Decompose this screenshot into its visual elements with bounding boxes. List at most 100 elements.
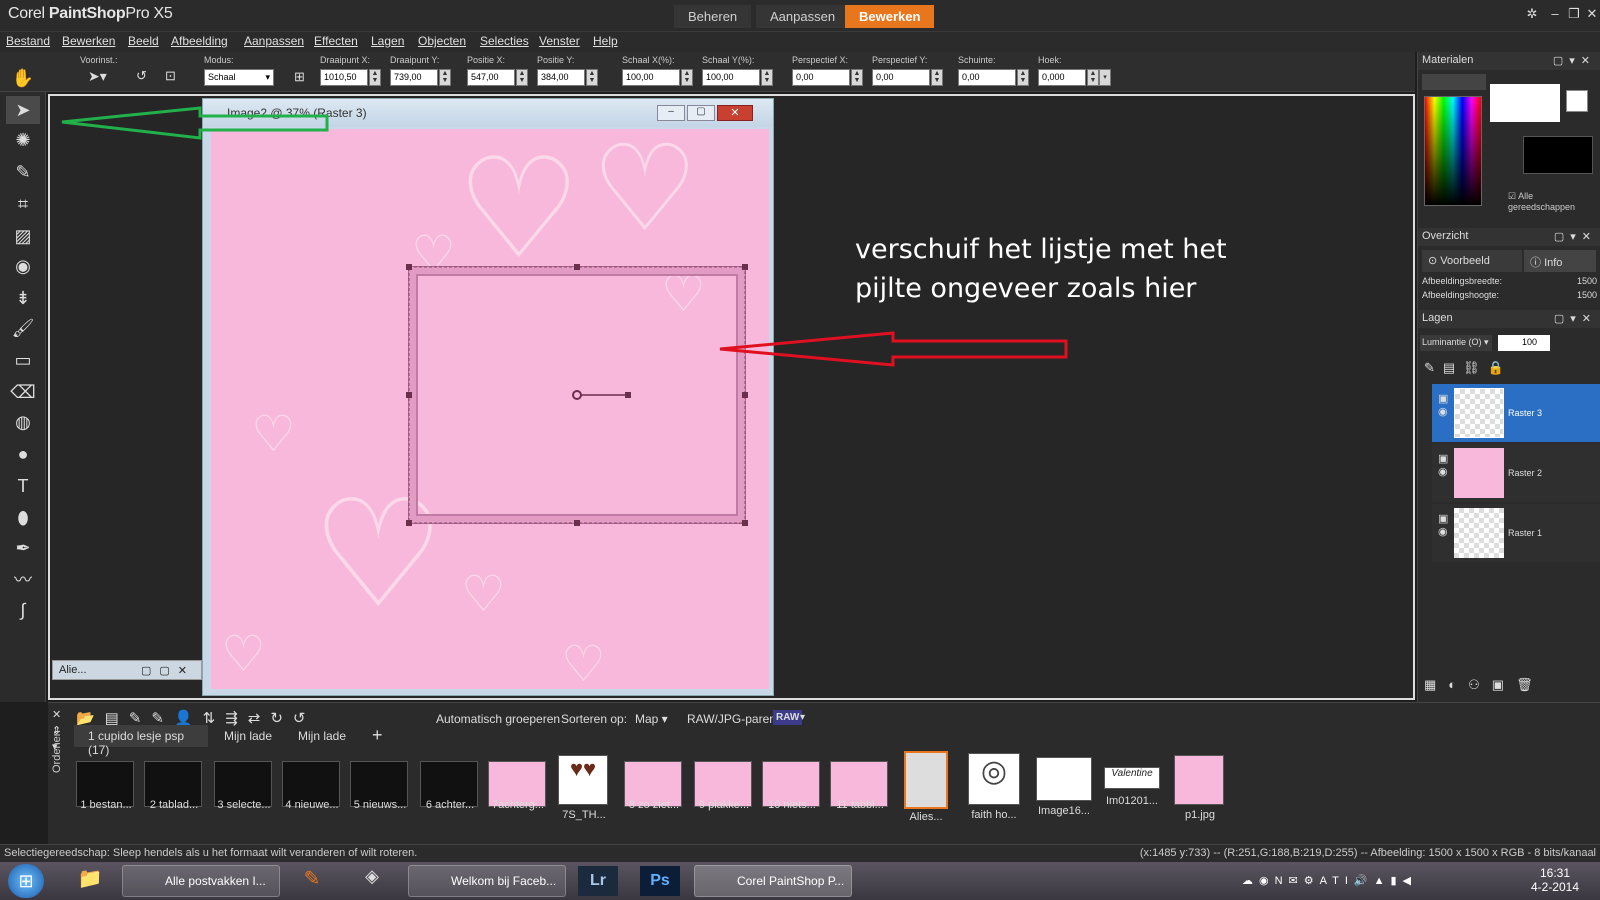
doc-maximize-button[interactable]: ▢ — [687, 105, 715, 121]
taskbar-chrome[interactable]: Welkom bij Faceb... — [408, 865, 566, 897]
warp-brush-icon[interactable]: 〰 — [6, 566, 40, 594]
auto-group-button[interactable]: Automatisch groeperen — [436, 712, 560, 726]
menu-lagen[interactable]: Lagen — [371, 34, 404, 48]
organizer-tab-folder[interactable]: 1 cupido lesje psp (17) — [74, 725, 208, 757]
picture-tube-icon[interactable]: ▭ — [6, 346, 40, 374]
straighten-icon[interactable]: ▨ — [6, 222, 40, 250]
raw-dropdown-icon[interactable]: ▾ — [800, 712, 805, 723]
layer-row-raster-1[interactable]: ▣ ◉ Raster 1 — [1432, 504, 1600, 562]
eraser-icon[interactable]: ⌫ — [6, 378, 40, 406]
persp-y-spinner[interactable]: ▲ ▼ — [931, 69, 943, 86]
all-tools-checkbox-label[interactable]: ☑ Alle gereedschappen — [1508, 191, 1600, 212]
background-color-swatch[interactable] — [1523, 136, 1593, 174]
layer-bottom-icons[interactable]: ▦◐⚇▣🗑 — [1424, 677, 1599, 693]
scale-y-input[interactable]: 100,00 — [702, 69, 760, 86]
menu-objecten[interactable]: Objecten — [418, 34, 466, 48]
system-tray-icons[interactable]: ☁◉N✉⚙ATI🔊▲▮◀ — [1242, 874, 1417, 887]
pos-y-spinner[interactable]: ▲ ▼ — [586, 69, 598, 86]
thumbnail[interactable]: Valentine — [1104, 767, 1160, 789]
add-tab-button[interactable]: + — [372, 725, 383, 746]
close-button[interactable]: ✕ — [1582, 6, 1600, 24]
lightroom-icon[interactable]: Lr — [578, 866, 618, 896]
clock[interactable]: 16:31 4-2-2014 — [1520, 866, 1590, 894]
opacity-input[interactable]: 100 — [1498, 335, 1550, 351]
taskbar-outlook[interactable]: Alle postvakken I... — [122, 865, 280, 897]
pos-y-input[interactable]: 384,00 — [537, 69, 585, 86]
layer-visibility-icon[interactable]: ▣ ◉ — [1438, 512, 1448, 538]
menu-aanpassen[interactable]: Aanpassen — [244, 34, 304, 48]
document-titlebar[interactable]: Image2 @ 37% (Raster 3) – ▢ ✕ — [203, 99, 773, 127]
explorer-icon[interactable]: 📁 — [68, 866, 112, 896]
raw-badge[interactable]: RAW — [773, 710, 803, 725]
dropper-icon[interactable]: ✎ — [6, 158, 40, 186]
crop-icon[interactable]: ⌗ — [6, 190, 40, 218]
clone-brush-icon[interactable]: ⇟ — [6, 284, 40, 312]
image-canvas[interactable]: ♡ ♡ ♡ ♡ ♡ ♡ ♡ ♡ ♡ — [211, 129, 769, 689]
thumbnail[interactable] — [904, 751, 948, 809]
layer-visibility-icon[interactable]: ▣ ◉ — [1438, 452, 1448, 478]
persp-y-input[interactable]: 0,00 — [872, 69, 930, 86]
doc-close-button[interactable]: ✕ — [717, 105, 753, 121]
layer-row-raster-3[interactable]: ▣ ◉ Raster 3 — [1432, 384, 1600, 442]
tab-bewerken[interactable]: Bewerken — [845, 5, 935, 28]
deform-icon[interactable]: ∫ — [6, 596, 40, 624]
angle-input[interactable]: 0,000 — [1038, 69, 1086, 86]
menu-venster[interactable]: Venster — [539, 34, 580, 48]
persp-x-spinner[interactable]: ▲ ▼ — [851, 69, 863, 86]
mode-select[interactable]: Schaal ▾ — [204, 69, 274, 86]
minimized-document[interactable]: Alie... ▢▢✕ — [52, 660, 202, 680]
preset-arrow-icon[interactable]: ➤▾ — [88, 68, 107, 85]
minimize-button[interactable]: – — [1545, 6, 1565, 24]
panel-controls[interactable]: ▢▾✕ — [1554, 230, 1597, 243]
foreground-color-swatch[interactable] — [1490, 84, 1560, 122]
doc-minimize-button[interactable]: – — [657, 105, 685, 121]
layer-tool-icons[interactable]: ✎▤⛓🔒 — [1424, 360, 1594, 378]
flood-fill-icon[interactable]: ◍ — [6, 408, 40, 436]
small-fg-swatch[interactable] — [1566, 90, 1588, 112]
menu-effecten[interactable]: Effecten — [314, 34, 358, 48]
skew-spinner[interactable]: ▲ ▼ — [1017, 69, 1029, 86]
taskbar-paintshop[interactable]: Corel PaintShop P... — [694, 865, 852, 897]
pivot-x-spinner[interactable]: ▲ ▼ — [369, 69, 381, 86]
tab-info[interactable]: ⓘ Info — [1524, 250, 1596, 272]
scale-x-spinner[interactable]: ▲ ▼ — [681, 69, 693, 86]
magic-wand-icon[interactable]: ✺ — [6, 126, 40, 154]
menu-bewerken[interactable]: Bewerken — [62, 34, 115, 48]
menu-afbeelding[interactable]: Afbeelding — [171, 34, 228, 48]
panel-controls[interactable]: ▢▾✕ — [1553, 54, 1596, 67]
blend-mode-select[interactable]: Luminantie (O) ▾ — [1420, 335, 1492, 351]
pos-x-input[interactable]: 547,00 — [467, 69, 515, 86]
menu-help[interactable]: Help — [593, 34, 618, 48]
tab-beheren[interactable]: Beheren — [674, 5, 752, 28]
shape-tool-icon[interactable]: ⬮ — [6, 504, 40, 532]
panel-controls[interactable]: ▢▾✕ — [1554, 312, 1597, 325]
document-window[interactable]: Image2 @ 37% (Raster 3) – ▢ ✕ ♡ ♡ ♡ ♡ ♡ … — [202, 98, 774, 696]
pen-tool-icon[interactable]: ✒ — [6, 534, 40, 562]
sort-select[interactable]: Map ▾ — [635, 712, 668, 726]
photoshop-icon[interactable]: Ps — [640, 866, 680, 896]
angle-spinner[interactable]: ▲ ▼ — [1087, 69, 1099, 86]
pivot-x-input[interactable]: 1010,50 — [320, 69, 368, 86]
layer-row-raster-2[interactable]: ▣ ◉ Raster 2 — [1432, 444, 1600, 502]
minimized-window-controls[interactable]: ▢▢✕ — [141, 664, 195, 677]
color-spectrum[interactable] — [1424, 96, 1482, 206]
organizer-tab-lade-1[interactable]: Mijn lade — [224, 729, 272, 743]
organizer-tab-lade-2[interactable]: Mijn lade — [298, 729, 346, 743]
pick-tool-icon[interactable]: ➤ — [6, 96, 40, 124]
app-launcher-icon[interactable]: ◈ — [350, 866, 394, 896]
pivot-y-input[interactable]: 739,00 — [390, 69, 438, 86]
brush-icon[interactable]: 🖌 — [6, 314, 40, 342]
restore-button[interactable]: ❐ — [1564, 6, 1584, 24]
pos-x-spinner[interactable]: ▲ ▼ — [516, 69, 528, 86]
layer-visibility-icon[interactable]: ▣ ◉ — [1438, 392, 1448, 418]
transform-icon[interactable]: ⊡ — [165, 68, 176, 84]
scale-y-spinner[interactable]: ▲ ▼ — [761, 69, 773, 86]
materials-tabs[interactable] — [1422, 74, 1486, 90]
text-tool-icon[interactable]: T — [6, 472, 40, 500]
transform-handles[interactable] — [401, 259, 751, 529]
menu-bestand[interactable]: Bestand — [6, 34, 50, 48]
start-button[interactable]: ⊞ — [8, 864, 44, 898]
tab-aanpassen[interactable]: Aanpassen — [756, 5, 850, 28]
menu-selecties[interactable]: Selecties — [480, 34, 529, 48]
color-replacer-icon[interactable]: ● — [6, 440, 40, 468]
